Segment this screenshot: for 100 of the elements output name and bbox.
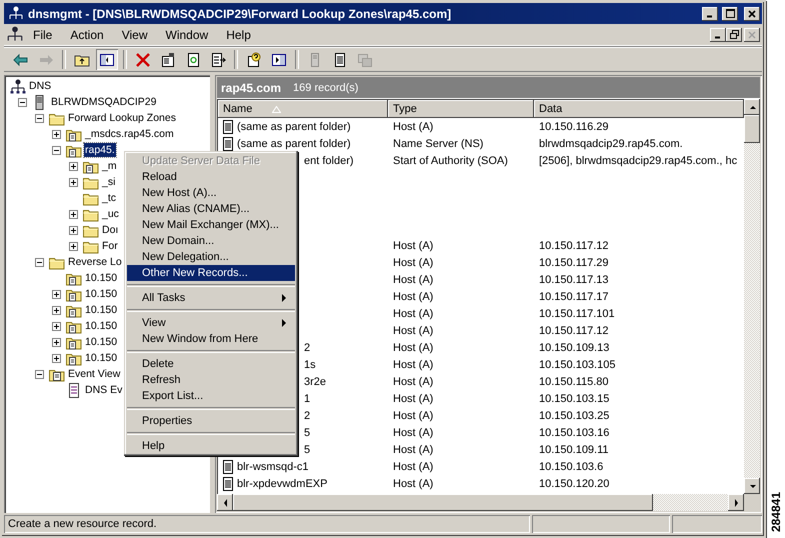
- table-cell: 2: [304, 410, 310, 422]
- expand-toggle[interactable]: [52, 130, 61, 138]
- expand-toggle[interactable]: [52, 322, 61, 330]
- table-cell-text: 10.150.109.13: [538, 342, 610, 354]
- tree-item[interactable]: Doı: [101, 223, 120, 237]
- maximize-icon: [726, 9, 734, 18]
- menu-item[interactable]: Properties: [127, 413, 295, 429]
- tree-item[interactable]: Forward Lookup Zones: [67, 111, 177, 125]
- submenu-arrow-icon: [282, 319, 287, 327]
- menu-item[interactable]: Export List...: [127, 388, 295, 404]
- tree-item[interactable]: 10.150: [84, 319, 118, 333]
- table-cell-text: Host (A): [392, 342, 434, 354]
- scroll-right-button[interactable]: [728, 494, 744, 511]
- expand-toggle[interactable]: [52, 306, 61, 314]
- scroll-down-button[interactable]: [744, 478, 760, 494]
- tree-item[interactable]: 10.150: [84, 335, 118, 349]
- column-header[interactable]: Data: [534, 100, 744, 118]
- refresh-icon: [185, 52, 201, 68]
- restore-button[interactable]: [726, 28, 742, 42]
- tree-item[interactable]: 10.150: [84, 271, 118, 285]
- scroll-thumb[interactable]: [744, 115, 760, 143]
- expand-toggle[interactable]: [18, 98, 27, 106]
- expand-toggle[interactable]: [52, 338, 61, 346]
- table-cell: 3r2e: [304, 376, 326, 388]
- panes-icon: [99, 52, 115, 68]
- expand-toggle[interactable]: [52, 354, 61, 362]
- toolbar-button[interactable]: [96, 49, 118, 70]
- menu-item[interactable]: Help: [217, 26, 260, 44]
- action-pane-icon: [271, 52, 287, 68]
- menu-item[interactable]: New Alias (CNAME)...: [127, 201, 295, 217]
- tree-item[interactable]: 10.150: [84, 287, 118, 301]
- menu-item[interactable]: Other New Records...: [127, 265, 295, 281]
- expand-toggle[interactable]: [69, 226, 78, 234]
- tree-item[interactable]: DNS: [28, 79, 52, 93]
- tree-item[interactable]: Event View: [67, 367, 122, 381]
- table-cell: 1: [304, 392, 310, 404]
- expand-toggle[interactable]: [69, 242, 78, 250]
- table-cell-text: Host (A): [392, 392, 434, 404]
- scroll-left-button[interactable]: [217, 494, 233, 511]
- scroll-thumb[interactable]: [233, 494, 653, 511]
- menu-item[interactable]: Window: [156, 26, 218, 44]
- table-cell-text: 10.150.103.15: [538, 392, 610, 404]
- menu-item[interactable]: Action: [61, 26, 113, 44]
- tree-item[interactable]: 10.150: [84, 351, 118, 365]
- column-header[interactable]: Type: [388, 100, 534, 118]
- scroll-up-button[interactable]: [744, 99, 760, 115]
- record-icon: [222, 136, 234, 150]
- back-arrow-icon: [13, 52, 29, 68]
- table-cell: (same as parent folder): [237, 138, 351, 150]
- expand-toggle[interactable]: [69, 178, 78, 186]
- horizontal-scrollbar[interactable]: [217, 494, 744, 511]
- minimize-button[interactable]: [702, 6, 718, 20]
- tree-item[interactable]: _si: [101, 175, 116, 189]
- menu-item[interactable]: View: [127, 315, 295, 331]
- tree-item[interactable]: _m: [101, 159, 118, 173]
- table-cell-text: 10.150.115.80: [538, 376, 610, 388]
- menu-item[interactable]: Reload: [127, 169, 295, 185]
- menu-item[interactable]: Refresh: [127, 372, 295, 388]
- menu-item[interactable]: Delete: [127, 356, 295, 372]
- close-button[interactable]: [744, 6, 760, 20]
- tree-item[interactable]: rap45.: [84, 143, 116, 157]
- status-text: Create a new resource record.: [8, 518, 157, 530]
- tree-item[interactable]: DNS Ev: [84, 383, 124, 397]
- tree-item[interactable]: BLRWDMSQADCIP29: [50, 95, 158, 109]
- menu-item[interactable]: Help: [127, 438, 295, 454]
- help-icon: [246, 52, 262, 68]
- close-icon: [748, 10, 756, 18]
- menu-item[interactable]: New Domain...: [127, 233, 295, 249]
- table-cell-text: 10.150.117.17: [538, 290, 610, 302]
- close-button[interactable]: [744, 28, 760, 42]
- tree-item[interactable]: _uc: [101, 207, 120, 221]
- expand-toggle[interactable]: [35, 114, 44, 122]
- minimize-button[interactable]: [710, 28, 726, 42]
- menu-item[interactable]: All Tasks: [127, 290, 295, 306]
- expand-toggle[interactable]: [52, 290, 61, 298]
- expand-toggle[interactable]: [52, 146, 61, 154]
- column-header[interactable]: Name: [218, 100, 388, 118]
- table-cell-text: Host (A): [392, 256, 434, 268]
- menu-item[interactable]: View: [112, 26, 156, 44]
- table-cell-text: Host (A): [392, 478, 434, 490]
- table-cell-text: Host (A): [392, 426, 434, 438]
- expand-toggle[interactable]: [69, 162, 78, 170]
- maximize-button[interactable]: [722, 6, 738, 20]
- tree-item[interactable]: Reverse Lo: [67, 255, 123, 269]
- expand-toggle[interactable]: [35, 258, 44, 266]
- menu-item[interactable]: New Delegation...: [127, 249, 295, 265]
- menu-item[interactable]: New Mail Exchanger (MX)...: [127, 217, 295, 233]
- tree-item[interactable]: For: [101, 239, 119, 253]
- menu-item[interactable]: File: [24, 26, 62, 44]
- menu-item[interactable]: New Host (A)...: [127, 185, 295, 201]
- vertical-scrollbar[interactable]: [744, 99, 760, 494]
- table-cell-text: 10.150.103.6: [538, 460, 604, 472]
- tree-item[interactable]: 10.150: [84, 303, 118, 317]
- table-cell-text: 10.150.120.20: [538, 478, 610, 490]
- tree-item[interactable]: _msdcs.rap45.com: [84, 127, 175, 141]
- expand-toggle[interactable]: [69, 210, 78, 218]
- menu-item[interactable]: New Window from Here: [127, 331, 295, 347]
- table-cell-text: Host (A): [392, 290, 434, 302]
- tree-item[interactable]: _tc: [101, 191, 118, 205]
- expand-toggle[interactable]: [35, 370, 44, 378]
